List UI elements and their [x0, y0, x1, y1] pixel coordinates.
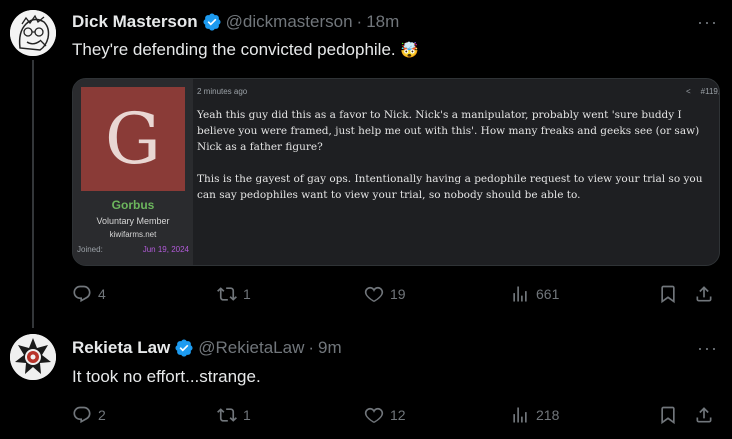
display-name[interactable]: Rekieta Law: [72, 338, 170, 358]
display-name[interactable]: Dick Masterson: [72, 12, 198, 32]
retweet-count: 1: [243, 286, 251, 302]
tweet-text-content: They're defending the convicted pedophil…: [72, 40, 396, 59]
forum-user-role: Voluntary Member: [96, 216, 170, 226]
bookmark-button[interactable]: [658, 405, 678, 425]
post-time: 2 minutes ago: [197, 87, 248, 96]
views-icon: [513, 286, 527, 302]
separator-dot: ·: [356, 12, 363, 31]
reply-button[interactable]: 4: [72, 284, 106, 304]
bookmark-icon: [661, 285, 675, 304]
forum-user-panel: G Gorbus Voluntary Member kiwifarms.net …: [73, 79, 193, 265]
like-count: 12: [390, 407, 406, 423]
forum-site: kiwifarms.net: [109, 230, 157, 239]
tweet-actions: 4 1 19 661: [72, 282, 718, 306]
share-icon: <: [686, 87, 691, 96]
post-body: Yeah this guy did this as a favor to Nic…: [197, 107, 717, 219]
avatar-sketch-icon: [10, 10, 56, 56]
post-paragraph-2: This is the gayest of gay ops. Intention…: [197, 173, 703, 201]
thread-connector-line: [32, 60, 34, 316]
reply-count: 2: [98, 407, 106, 423]
more-options-icon[interactable]: ···: [697, 12, 718, 33]
like-button[interactable]: 19: [364, 284, 406, 304]
like-button[interactable]: 12: [364, 405, 406, 425]
retweet-button[interactable]: 1: [217, 284, 251, 304]
forum-post-area: 2 minutes ago < #119,46 Yeah this guy did…: [193, 79, 719, 265]
handle[interactable]: @RekietaLaw: [198, 338, 304, 358]
timestamp[interactable]: 18m: [366, 12, 399, 32]
tweet-actions: 2 1 12 218: [72, 403, 718, 427]
post-id: < #119,46: [686, 87, 720, 96]
retweet-icon: [217, 408, 237, 422]
bookmark-icon: [661, 406, 675, 425]
tweet-dick-masterson[interactable]: Dick Masterson @dickmasterson · 18m ··· …: [0, 0, 732, 316]
views-icon: [513, 407, 527, 423]
timestamp[interactable]: 9m: [318, 338, 342, 358]
tweet-header: Dick Masterson @dickmasterson · 18m: [72, 12, 399, 32]
views-count: 218: [536, 407, 560, 423]
reply-button[interactable]: 2: [72, 405, 106, 425]
reply-icon: [73, 285, 91, 303]
forum-username: Gorbus: [111, 198, 155, 212]
views-button[interactable]: 218: [510, 405, 559, 425]
tweet-rekieta-law[interactable]: Rekieta Law @RekietaLaw · 9m ··· It took…: [0, 316, 732, 439]
views-button[interactable]: 661: [510, 284, 559, 304]
verified-badge-icon[interactable]: [174, 338, 194, 358]
handle[interactable]: @dickmasterson: [226, 12, 353, 32]
tweet-text: It took no effort...strange.: [72, 367, 261, 386]
retweet-icon: [217, 287, 237, 301]
post-id-text: #119,46: [700, 87, 720, 96]
views-count: 661: [536, 286, 560, 302]
reply-count: 4: [98, 286, 106, 302]
like-count: 19: [390, 286, 406, 302]
tweet-text: They're defending the convicted pedophil…: [72, 40, 419, 60]
separator-dot: ·: [308, 338, 315, 357]
exploding-head-emoji: 🤯: [400, 42, 420, 59]
avatar[interactable]: [10, 10, 56, 56]
retweet-count: 1: [243, 407, 251, 423]
avatar[interactable]: [10, 334, 56, 380]
retweet-button[interactable]: 1: [217, 405, 251, 425]
joined-label: Joined:: [77, 245, 103, 254]
verified-badge-icon[interactable]: [202, 12, 222, 32]
more-options-icon[interactable]: ···: [697, 338, 718, 359]
forum-joined: Joined: Jun 19, 2024: [77, 245, 189, 254]
heart-icon: [364, 407, 384, 423]
post-paragraph-1: Yeah this guy did this as a favor to Nic…: [197, 109, 700, 153]
reply-icon: [73, 406, 91, 424]
sheriff-star-logo-icon: [10, 334, 56, 380]
share-button[interactable]: [694, 405, 714, 425]
forum-avatar: G: [81, 87, 185, 191]
share-upload-icon: [696, 286, 712, 302]
embedded-image-forum-post[interactable]: G Gorbus Voluntary Member kiwifarms.net …: [72, 78, 720, 266]
tweet-header: Rekieta Law @RekietaLaw · 9m: [72, 338, 342, 358]
heart-icon: [364, 286, 384, 302]
share-button[interactable]: [694, 284, 714, 304]
joined-date: Jun 19, 2024: [142, 245, 189, 254]
thread-connector-top: [32, 316, 34, 328]
bookmark-button[interactable]: [658, 284, 678, 304]
share-upload-icon: [696, 407, 712, 423]
